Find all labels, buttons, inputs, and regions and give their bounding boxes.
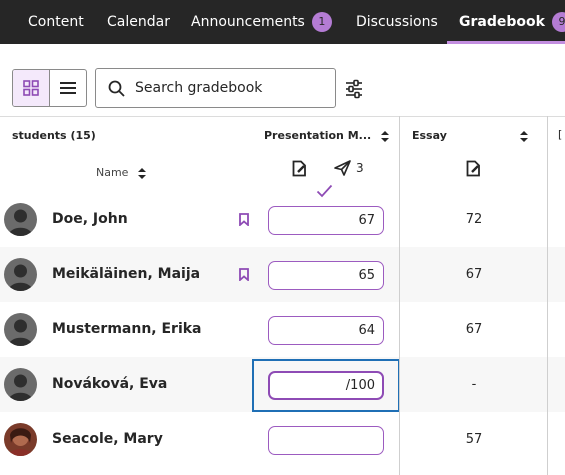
avatar bbox=[4, 313, 37, 346]
next-column-header[interactable]: [ bbox=[558, 128, 562, 141]
name-column-header[interactable]: Name bbox=[96, 166, 146, 179]
sort-icon[interactable] bbox=[520, 131, 528, 142]
gradebook-count-badge: 9 bbox=[551, 12, 565, 32]
tab-discussions[interactable]: Discussions bbox=[356, 0, 438, 44]
avatar bbox=[4, 368, 37, 401]
grid-view-button[interactable] bbox=[13, 70, 50, 106]
table-row: Doe, John 67 72 bbox=[0, 192, 565, 247]
view-mode-toggle bbox=[12, 69, 87, 107]
bookmark-icon bbox=[239, 268, 249, 281]
column-divider bbox=[547, 116, 548, 475]
student-name[interactable]: Mustermann, Erika bbox=[52, 302, 202, 357]
students-header: students (15) bbox=[12, 129, 96, 142]
course-nav: Content Calendar Announcements 1 Discussi… bbox=[0, 0, 565, 44]
student-name[interactable]: Meikäläinen, Maija bbox=[52, 247, 200, 302]
name-header-label: Name bbox=[96, 166, 129, 179]
presentation-column-header[interactable]: Presentation M... bbox=[264, 129, 390, 142]
checkmark-icon bbox=[316, 184, 333, 198]
tab-label: Announcements bbox=[191, 14, 305, 30]
grid-icon bbox=[22, 80, 39, 96]
essay-grade[interactable]: 57 bbox=[400, 412, 548, 467]
essay-grade[interactable]: 72 bbox=[400, 192, 548, 247]
next-column-title: [ bbox=[558, 128, 563, 141]
list-view-button[interactable] bbox=[50, 70, 87, 106]
grade-input[interactable]: 65 bbox=[268, 261, 384, 290]
presentation-title: Presentation M... bbox=[264, 129, 372, 142]
essay-column-header[interactable]: Essay bbox=[412, 129, 447, 142]
table-row: Meikäläinen, Maija 65 67 bbox=[0, 247, 565, 302]
tab-label: Content bbox=[28, 14, 84, 30]
avatar bbox=[4, 423, 37, 456]
search-input[interactable]: Search gradebook bbox=[95, 68, 336, 108]
tab-announcements[interactable]: Announcements 1 bbox=[191, 0, 332, 44]
announcements-count-badge: 1 bbox=[311, 12, 332, 32]
tab-calendar[interactable]: Calendar bbox=[107, 0, 170, 44]
search-placeholder: Search gradebook bbox=[135, 80, 263, 96]
essay-title: Essay bbox=[412, 129, 447, 142]
grade-input[interactable]: 67 bbox=[268, 206, 384, 235]
grade-input[interactable]: /100 bbox=[268, 371, 384, 400]
document-edit-icon bbox=[292, 160, 306, 177]
tab-content[interactable]: Content bbox=[28, 0, 84, 44]
bookmark-icon bbox=[239, 213, 249, 226]
sort-icon bbox=[137, 167, 146, 179]
grade-input[interactable]: 64 bbox=[268, 316, 384, 345]
student-name[interactable]: Seacole, Mary bbox=[52, 412, 163, 467]
send-icon bbox=[334, 160, 351, 176]
tab-label: Discussions bbox=[356, 14, 438, 30]
essay-grade[interactable]: - bbox=[400, 357, 548, 412]
list-icon bbox=[59, 82, 76, 94]
tab-gradebook[interactable]: Gradebook 9 bbox=[459, 0, 565, 44]
table-row: Mustermann, Erika 64 67 bbox=[0, 302, 565, 357]
grid-top-border bbox=[0, 116, 565, 117]
avatar bbox=[4, 203, 37, 236]
submissions-indicator[interactable]: 3 bbox=[334, 159, 364, 177]
avatar bbox=[4, 258, 37, 291]
submissions-count: 3 bbox=[356, 161, 364, 175]
student-name[interactable]: Doe, John bbox=[52, 192, 128, 247]
essay-grade[interactable]: 67 bbox=[400, 247, 548, 302]
student-name[interactable]: Nováková, Eva bbox=[52, 357, 167, 412]
grade-input[interactable] bbox=[268, 426, 384, 455]
document-edit-icon bbox=[466, 160, 480, 177]
table-row: Seacole, Mary 57 bbox=[0, 412, 565, 467]
students-count-label: students (15) bbox=[12, 129, 96, 142]
active-tab-indicator bbox=[447, 41, 565, 44]
column-divider bbox=[399, 116, 400, 475]
sort-icon bbox=[381, 130, 390, 142]
tab-label: Gradebook bbox=[459, 14, 545, 30]
table-row: Nováková, Eva /100 - bbox=[0, 357, 565, 412]
tab-label: Calendar bbox=[107, 14, 170, 30]
essay-grade[interactable]: 67 bbox=[400, 302, 548, 357]
filter-sliders-icon[interactable] bbox=[343, 78, 365, 100]
search-icon bbox=[108, 80, 125, 97]
